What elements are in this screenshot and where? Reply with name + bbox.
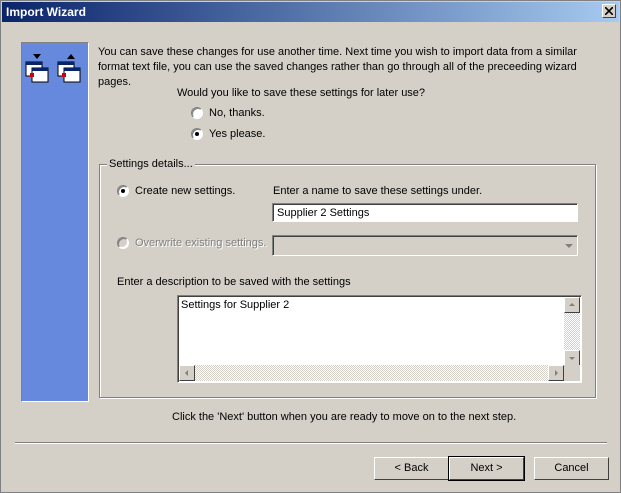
existing-settings-dropdown[interactable] bbox=[272, 235, 578, 256]
radio-button[interactable] bbox=[191, 128, 203, 140]
scroll-down-button[interactable] bbox=[564, 350, 580, 366]
arrow-right-icon bbox=[555, 370, 558, 376]
radio-create-new[interactable]: Create new settings. bbox=[117, 185, 235, 197]
import-wizard-window: Import Wizard You can save these changes… bbox=[0, 0, 621, 493]
name-prompt: Enter a name to save these settings unde… bbox=[273, 185, 483, 197]
save-question: Would you like to save these settings fo… bbox=[177, 87, 426, 99]
radio-yes-please[interactable]: Yes please. bbox=[191, 128, 265, 140]
close-button[interactable] bbox=[602, 4, 616, 18]
save-settings-icon bbox=[25, 54, 81, 83]
wizard-side-panel bbox=[21, 42, 89, 402]
radio-overwrite-existing[interactable]: Overwrite existing settings. bbox=[117, 237, 266, 249]
radio-no-thanks[interactable]: No, thanks. bbox=[191, 107, 265, 119]
arrow-down-icon bbox=[569, 357, 575, 360]
chevron-down-icon bbox=[565, 244, 573, 248]
scroll-right-button[interactable] bbox=[548, 365, 564, 381]
radio-label: No, thanks. bbox=[209, 107, 265, 119]
scrollbar-corner bbox=[564, 365, 580, 381]
radio-selected-dot bbox=[121, 189, 125, 193]
radio-button[interactable] bbox=[117, 237, 129, 249]
arrow-up-icon bbox=[569, 303, 575, 306]
arrow-left-icon bbox=[185, 370, 188, 376]
description-prompt: Enter a description to be saved with the… bbox=[117, 276, 351, 288]
footer-hint: Click the 'Next' button when you are rea… bbox=[172, 411, 517, 423]
description-textarea[interactable]: Settings for Supplier 2 bbox=[177, 295, 582, 383]
intro-text: You can save these changes for use anoth… bbox=[98, 46, 577, 88]
radio-label: Overwrite existing settings. bbox=[135, 237, 267, 249]
radio-button[interactable] bbox=[191, 107, 203, 119]
group-legend: Settings details... bbox=[107, 158, 195, 170]
scroll-left-button[interactable] bbox=[179, 365, 195, 381]
horizontal-scrollbar[interactable] bbox=[179, 365, 564, 381]
vertical-scrollbar[interactable] bbox=[564, 297, 580, 366]
settings-name-input[interactable]: Supplier 2 Settings bbox=[272, 203, 578, 222]
radio-button[interactable] bbox=[117, 185, 129, 197]
radio-label: Yes please. bbox=[209, 128, 266, 140]
next-button[interactable]: Next > bbox=[448, 456, 525, 481]
title-bar[interactable]: Import Wizard bbox=[2, 2, 619, 22]
description-text: Settings for Supplier 2 bbox=[181, 299, 290, 311]
radio-selected-dot bbox=[195, 132, 199, 136]
footer-separator bbox=[15, 442, 607, 444]
radio-label: Create new settings. bbox=[135, 185, 236, 197]
close-icon bbox=[605, 7, 613, 15]
cancel-button[interactable]: Cancel bbox=[534, 457, 609, 480]
window-title: Import Wizard bbox=[6, 5, 86, 19]
back-button[interactable]: < Back bbox=[374, 457, 449, 480]
scroll-up-button[interactable] bbox=[564, 297, 580, 313]
